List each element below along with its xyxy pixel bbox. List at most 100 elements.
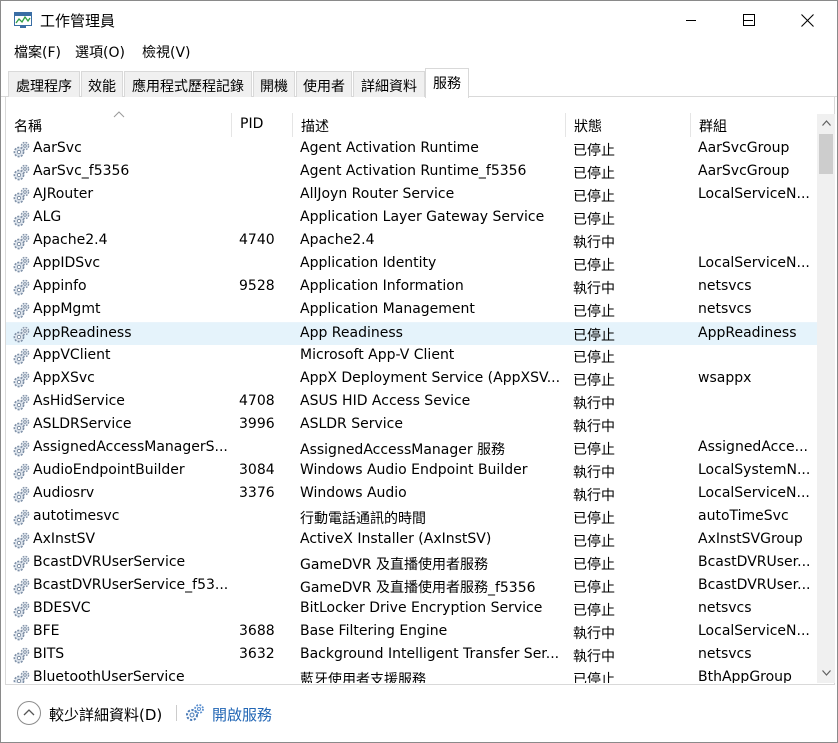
service-description: 行動電話通訊的時間 [300, 511, 426, 527]
minimize-btn[interactable] [661, 1, 721, 39]
table-row[interactable]: AsHidService 4708 ASUS HID Access Sevice 執行… [6, 391, 817, 414]
table-row[interactable]: BITS 3632 Background Intelligent Transfer … [6, 644, 817, 667]
table-row[interactable]: AppVClient Microsoft App-V Client 已停止 [6, 345, 817, 368]
chevron-up-icon [821, 119, 831, 126]
service-group: BcastDVRUser... [698, 577, 811, 593]
service-description: Background Intelligent Transfer Ser... [300, 646, 560, 662]
table-row[interactable]: BluetoothUserService 藍牙使用者支援服務 已停止 BthAppGr… [6, 667, 817, 683]
scroll-up-button[interactable] [817, 114, 835, 131]
gear-icon [12, 578, 30, 596]
table-row[interactable]: ASLDRService 3996 ASLDR Service 執行中 [6, 414, 817, 437]
table-row[interactable]: AJRouter AllJoyn Router Service 已停止 LocalSe… [6, 184, 817, 207]
table-row[interactable]: BDESVC BitLocker Drive Encryption Service… [6, 598, 817, 621]
gear-icon [12, 348, 30, 366]
table-row[interactable]: AppMgmt Application Management 已停止 netsvcs [6, 299, 817, 322]
service-description: Agent Activation Runtime [300, 140, 479, 156]
service-status: 已停止 [573, 350, 615, 366]
service-name: BITS [33, 646, 65, 662]
table-row[interactable]: AudioEndpointBuilder 3084 Windows Audio En… [6, 460, 817, 483]
close-button[interactable] [777, 1, 837, 39]
window-title: 工作管理員 [40, 12, 116, 30]
service-description: Base Filtering Engine [300, 623, 448, 639]
service-group: AssignedAcce... [698, 439, 809, 455]
tab-users[interactable]: 使用者 [296, 71, 352, 97]
gear-icon [12, 463, 30, 481]
service-pid: 4740 [239, 232, 275, 248]
gear-icon [12, 210, 30, 228]
task-manager-icon [14, 12, 32, 28]
table-row[interactable]: ALG Application Layer Gateway Service 已停止 [6, 207, 817, 230]
table-row[interactable]: AppXSvc AppX Deployment Service (AppXSV..… [6, 368, 817, 391]
table-row[interactable]: BcastDVRUserService_f53... GameDVR 及直播使用者… [6, 575, 817, 598]
service-status: 已停止 [573, 304, 615, 320]
service-description: Windows Audio Endpoint Builder [300, 462, 528, 478]
service-description: Application Layer Gateway Service [300, 209, 545, 225]
service-group: BcastDVRUser... [698, 554, 811, 570]
table-row[interactable]: AarSvc Agent Activation Runtime 已停止 AarSvcG… [6, 138, 817, 161]
column-header-status[interactable]: 狀態 [566, 113, 691, 137]
scroll-thumb[interactable] [819, 134, 833, 174]
service-pid: 3084 [239, 462, 275, 478]
table-row[interactable]: AxInstSV ActiveX Installer (AxInstSV) 已停止 A… [6, 529, 817, 552]
service-status: 已停止 [573, 442, 615, 458]
tab-app-history[interactable]: 應用程式歷程記錄 [124, 71, 252, 97]
tab-services[interactable]: 服務 [425, 68, 469, 98]
menu-file[interactable]: 檔案(F) [14, 42, 61, 62]
service-group: LocalServiceN... [698, 485, 810, 501]
service-name: AppMgmt [33, 301, 101, 317]
table-row[interactable]: Audiosrv 3376 Windows Audio 執行中 LocalService… [6, 483, 817, 506]
tab-performance[interactable]: 效能 [81, 71, 123, 97]
service-status: 執行中 [573, 281, 615, 297]
service-description: Application Management [300, 301, 475, 317]
service-status: 執行中 [573, 396, 615, 412]
service-name: AsHidService [33, 393, 125, 409]
service-description: ASLDR Service [300, 416, 403, 432]
service-group: LocalServiceN... [698, 623, 810, 639]
table-row[interactable]: AssignedAccessManagerS... AssignedAccessM… [6, 437, 817, 460]
table-row[interactable]: AarSvc_f5356 Agent Activation Runtime_f53… [6, 161, 817, 184]
service-status: 已停止 [573, 580, 615, 596]
fewer-details-button[interactable] [17, 701, 41, 725]
tab-processes[interactable]: 處理程序 [8, 71, 80, 97]
tab-startup[interactable]: 開機 [253, 71, 295, 97]
service-description: GameDVR 及直播使用者服務_f5356 [300, 580, 536, 596]
menu-options[interactable]: 選項(O) [75, 42, 125, 62]
scroll-down-button[interactable] [817, 664, 835, 681]
vertical-scrollbar[interactable] [817, 114, 835, 683]
column-header-group[interactable]: 群組 [691, 113, 817, 137]
minimize-icon [686, 20, 696, 21]
fewer-details-label[interactable]: 較少詳細資料(D) [49, 704, 162, 725]
service-description: AssignedAccessManager 服務 [300, 442, 506, 458]
service-group: AarSvcGroup [698, 163, 790, 179]
column-header-description[interactable]: 描述 [293, 113, 566, 137]
table-row[interactable]: Appinfo 9528 Application Information 執行中 net… [6, 276, 817, 299]
gear-icon [12, 486, 30, 504]
service-description: Application Information [300, 278, 464, 294]
service-name: ALG [33, 209, 62, 225]
service-description: App Readiness [300, 325, 403, 341]
service-description: BitLocker Drive Encryption Service [300, 600, 543, 616]
table-row[interactable]: autotimesvc 行動電話通訊的時間 已停止 autoTimeSvc [6, 506, 817, 529]
table-row[interactable]: Apache2.4 4740 Apache2.4 執行中 [6, 230, 817, 253]
gear-icon [12, 302, 30, 320]
maximize-button[interactable] [719, 1, 779, 39]
services-gear-icon[interactable] [185, 703, 205, 723]
service-group: autoTimeSvc [698, 508, 789, 524]
chevron-down-icon [821, 669, 831, 676]
table-row[interactable]: BFE 3688 Base Filtering Engine 執行中 LocalServ… [6, 621, 817, 644]
service-description: 藍牙使用者支援服務 [300, 672, 426, 683]
service-status: 執行中 [573, 649, 615, 665]
table-row[interactable]: BcastDVRUserService GameDVR 及直播使用者服務 已停止 Bc… [6, 552, 817, 575]
gear-icon [12, 647, 30, 665]
table-row[interactable]: AppIDSvc Application Identity 已停止 LocalServ… [6, 253, 817, 276]
service-status: 執行中 [573, 626, 615, 642]
open-services-link[interactable]: 開啟服務 [212, 704, 272, 725]
table-row[interactable]: AppReadiness App Readiness 已停止 AppReadiness [6, 322, 817, 345]
tab-details[interactable]: 詳細資料 [353, 71, 425, 97]
service-status: 執行中 [573, 235, 615, 251]
column-header-pid[interactable]: PID [232, 113, 293, 137]
gear-icon [12, 601, 30, 619]
footer-separator [176, 705, 177, 721]
menu-view[interactable]: 檢視(V) [142, 42, 191, 62]
gear-icon [12, 371, 30, 389]
